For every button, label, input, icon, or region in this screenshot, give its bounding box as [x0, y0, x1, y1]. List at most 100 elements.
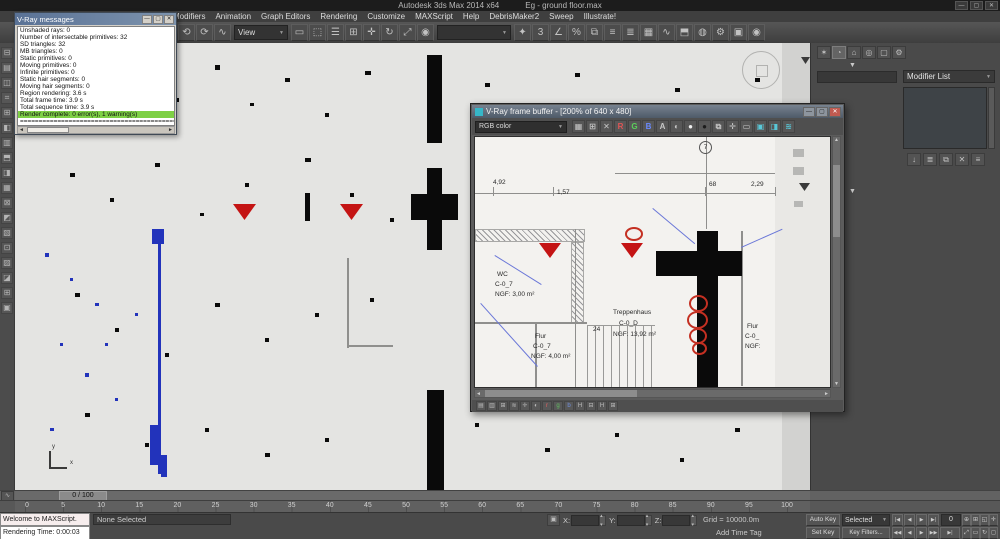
zoom-extents-button[interactable]: ◱: [980, 514, 989, 526]
fb-red-icon[interactable]: r: [542, 401, 552, 411]
monochrome-icon[interactable]: ◐: [670, 120, 683, 133]
fb-horizontal-scrollbar[interactable]: [474, 389, 831, 398]
left-toolbar-icon[interactable]: ⊞: [1, 107, 13, 119]
menu-illustrate[interactable]: Illustrate!: [579, 11, 621, 22]
add-time-tag[interactable]: Add Time Tag: [716, 528, 762, 537]
render-setup-icon[interactable]: ⚙: [712, 24, 729, 41]
play-button[interactable]: ▶: [916, 514, 927, 526]
hierarchy-tab-icon[interactable]: ⌂: [847, 46, 861, 59]
key-filters-button[interactable]: Key Filters...: [842, 527, 890, 539]
fb-green-icon[interactable]: g: [553, 401, 563, 411]
vray-log[interactable]: Unshaded rays: 0 Number of intersectable …: [17, 26, 175, 126]
vray-title-bar[interactable]: V-Ray messages — ▢ ✕: [15, 13, 176, 25]
load-image-icon[interactable]: ⊞: [586, 120, 599, 133]
left-toolbar-icon[interactable]: ⌗: [1, 92, 13, 104]
sub-previous-button[interactable]: ◀: [904, 527, 915, 539]
undo-icon[interactable]: ⟲: [178, 24, 195, 41]
track-mouse-icon[interactable]: ✛: [726, 120, 739, 133]
zoom-all-button[interactable]: ⊞: [971, 514, 980, 526]
utilities-tab-icon[interactable]: ⚙: [892, 46, 906, 59]
red-channel-icon[interactable]: R: [614, 120, 627, 133]
object-name-field[interactable]: [817, 71, 897, 83]
left-toolbar-icon[interactable]: ▨: [1, 257, 13, 269]
close-button[interactable]: ✕: [985, 1, 998, 10]
left-toolbar-icon[interactable]: ⊡: [1, 242, 13, 254]
material-editor-icon[interactable]: ◍: [694, 24, 711, 41]
fb-curves-icon[interactable]: ≋: [509, 401, 519, 411]
configure-modifier-sets-button[interactable]: ≡: [971, 153, 985, 166]
left-toolbar-icon[interactable]: ◫: [1, 77, 13, 89]
vray-minimize-button[interactable]: —: [142, 14, 152, 24]
clear-image-icon[interactable]: ✕: [600, 120, 613, 133]
menu-sweep[interactable]: Sweep: [544, 11, 578, 22]
go-to-start-button[interactable]: |◀: [892, 514, 903, 526]
fb-pixel-info-icon[interactable]: ⊞: [498, 401, 508, 411]
fb-close-button[interactable]: ✕: [829, 106, 841, 117]
go-to-end-button[interactable]: ▶|: [928, 514, 939, 526]
menu-maxscript[interactable]: MAXScript: [410, 11, 458, 22]
show-end-result-button[interactable]: ≣: [923, 153, 937, 166]
fb-expand-icon[interactable]: ⊞: [608, 401, 618, 411]
fb-histogram-icon[interactable]: ▥: [487, 401, 497, 411]
align-icon[interactable]: ≡: [604, 24, 621, 41]
mirror-icon[interactable]: ⧉: [586, 24, 603, 41]
maximize-button[interactable]: ▢: [970, 1, 983, 10]
vray-frame-buffer-window[interactable]: V-Ray frame buffer - [200% of 640 x 480]…: [470, 103, 845, 412]
menu-debrismaker2[interactable]: DebrisMaker2: [484, 11, 544, 22]
chevron-down-icon[interactable]: ▼: [849, 62, 856, 69]
vray-horizontal-scrollbar[interactable]: [17, 126, 175, 134]
modifier-list-dropdown[interactable]: Modifier List: [903, 70, 995, 83]
curve-editor-icon[interactable]: ∿: [658, 24, 675, 41]
zoom-button[interactable]: ⊕: [962, 514, 971, 526]
modify-tab-icon[interactable]: ◔: [832, 46, 846, 59]
fb-compare-icon[interactable]: ◐: [531, 401, 541, 411]
select-link-icon[interactable]: ∿: [214, 24, 231, 41]
duplicate-buffer-icon[interactable]: ⧉: [712, 120, 725, 133]
select-object-icon[interactable]: ⬚: [309, 24, 326, 41]
previous-frame-button[interactable]: ◀: [904, 514, 915, 526]
coordinate-input[interactable]: [662, 514, 691, 526]
remove-modifier-button[interactable]: ✕: [955, 153, 969, 166]
maxscript-listener-line[interactable]: Rendering Time: 0:00:03: [0, 526, 90, 539]
menu-animation[interactable]: Animation: [210, 11, 256, 22]
region-render-icon[interactable]: ▭: [740, 120, 753, 133]
pin-stack-button[interactable]: ↓: [907, 153, 921, 166]
fb-crosshair-icon[interactable]: ✛: [520, 401, 530, 411]
viewcube-icon[interactable]: [742, 51, 780, 89]
auto-key-button[interactable]: Auto Key: [806, 514, 840, 526]
coordinate-spinner[interactable]: [599, 513, 607, 528]
select-move-icon[interactable]: ✛: [363, 24, 380, 41]
layer-manager-icon[interactable]: ≣: [622, 24, 639, 41]
fb-collapse-icon[interactable]: ⊟: [586, 401, 596, 411]
modifier-stack[interactable]: [903, 87, 987, 149]
named-selection-sets-dropdown[interactable]: [437, 25, 511, 40]
fov-button[interactable]: ⤢: [962, 527, 971, 539]
current-frame-field[interactable]: 0: [941, 514, 961, 526]
select-by-name-icon[interactable]: ☰: [327, 24, 344, 41]
blue-channel-icon[interactable]: B: [642, 120, 655, 133]
sub-next-button[interactable]: ▶: [916, 527, 927, 539]
fb-minimize-button[interactable]: —: [803, 106, 815, 117]
curves-icon[interactable]: ≋: [782, 120, 795, 133]
left-toolbar-icon[interactable]: ⊞: [1, 287, 13, 299]
select-rotate-icon[interactable]: ↻: [381, 24, 398, 41]
coordinate-input[interactable]: [571, 514, 600, 526]
snap-toggle-icon[interactable]: 3: [532, 24, 549, 41]
end-frame-button[interactable]: ▶|: [940, 527, 960, 539]
coordinate-spinner[interactable]: [690, 513, 698, 528]
graphite-toggle-icon[interactable]: ▦: [640, 24, 657, 41]
left-toolbar-icon[interactable]: ⊠: [1, 197, 13, 209]
fb-h-icon[interactable]: H: [575, 401, 585, 411]
fb-info-icon[interactable]: ▤: [476, 401, 486, 411]
color-correction-icon[interactable]: ▣: [754, 120, 767, 133]
modifier-stack-scrollbar[interactable]: [988, 87, 995, 149]
pan-button[interactable]: ✛: [989, 514, 998, 526]
fb-blue-icon[interactable]: b: [564, 401, 574, 411]
coordinate-spinner[interactable]: [644, 513, 652, 528]
channel-dropdown[interactable]: RGB color: [475, 120, 567, 133]
rendered-frame-icon[interactable]: ▣: [730, 24, 747, 41]
fb-vscroll-thumb[interactable]: [833, 165, 840, 237]
menu-help[interactable]: Help: [458, 11, 484, 22]
vray-close-button[interactable]: ✕: [164, 14, 174, 24]
green-channel-icon[interactable]: G: [628, 120, 641, 133]
